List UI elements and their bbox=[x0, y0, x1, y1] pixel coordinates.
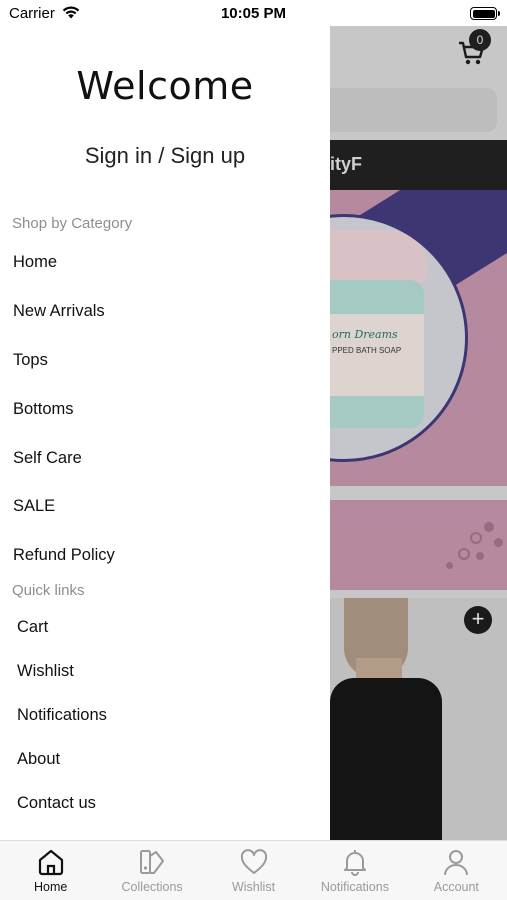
quick-link-cart[interactable]: Cart bbox=[17, 618, 48, 637]
tab-notifications[interactable]: Notifications bbox=[304, 841, 405, 900]
cart-count-badge: 0 bbox=[469, 29, 491, 51]
category-home[interactable]: Home bbox=[13, 253, 57, 272]
bottom-tab-bar: Home Collections Wishlist Notifications … bbox=[0, 840, 507, 900]
quick-link-wishlist[interactable]: Wishlist bbox=[17, 662, 74, 681]
person-icon bbox=[444, 850, 469, 876]
tab-wishlist[interactable]: Wishlist bbox=[203, 841, 304, 900]
banner-strip: ityF bbox=[330, 140, 507, 190]
search-bar[interactable] bbox=[330, 88, 497, 132]
category-self-care[interactable]: Self Care bbox=[13, 449, 82, 468]
banner-text: ityF bbox=[330, 154, 363, 174]
quick-link-about[interactable]: About bbox=[17, 750, 60, 769]
category-tops[interactable]: Tops bbox=[13, 351, 48, 370]
decor-dot bbox=[446, 562, 453, 569]
product-card[interactable]: + bbox=[330, 598, 507, 840]
tab-account[interactable]: Account bbox=[406, 841, 507, 900]
decor-dot bbox=[476, 552, 484, 560]
collections-icon bbox=[140, 850, 165, 874]
category-sale[interactable]: SALE bbox=[13, 497, 55, 516]
decor-dot bbox=[470, 532, 482, 544]
status-time: 10:05 PM bbox=[220, 5, 287, 22]
shop-by-category-label: Shop by Category bbox=[12, 215, 133, 232]
add-to-cart-button[interactable]: + bbox=[464, 606, 492, 634]
quick-links-label: Quick links bbox=[12, 582, 85, 599]
category-bottoms[interactable]: Bottoms bbox=[13, 400, 74, 419]
decor-dot bbox=[494, 538, 503, 547]
quick-link-notifications[interactable]: Notifications bbox=[17, 706, 107, 725]
promo-banner-secondary[interactable] bbox=[330, 500, 507, 590]
bell-icon bbox=[343, 850, 366, 876]
tab-home[interactable]: Home bbox=[0, 841, 101, 900]
product-model-dress bbox=[330, 678, 442, 840]
tab-account-label: Account bbox=[433, 880, 479, 894]
product-label-subtitle: PPED BATH SOAP bbox=[332, 346, 402, 355]
home-icon bbox=[38, 849, 63, 876]
tab-notifications-label: Notifications bbox=[320, 880, 389, 894]
promo-banner[interactable]: orn Dreams PPED BATH SOAP bbox=[330, 190, 507, 486]
tab-collections[interactable]: Collections bbox=[101, 841, 202, 900]
battery-icon bbox=[470, 7, 500, 20]
background-app-content[interactable]: 0 ityF orn Dreams PPED BATH SOAP + bbox=[330, 26, 507, 840]
category-refund-policy[interactable]: Refund Policy bbox=[13, 546, 115, 565]
tab-collections-label: Collections bbox=[121, 880, 183, 894]
tab-home-label: Home bbox=[34, 880, 68, 894]
category-new-arrivals[interactable]: New Arrivals bbox=[13, 302, 105, 321]
tab-wishlist-label: Wishlist bbox=[231, 880, 276, 894]
product-label-title: orn Dreams bbox=[332, 328, 398, 341]
status-bar: Carrier 10:05 PM bbox=[0, 0, 507, 26]
side-drawer: Welcome Sign in / Sign up Shop by Catego… bbox=[0, 0, 330, 840]
product-jar-label bbox=[330, 314, 424, 396]
decor-dot bbox=[484, 522, 494, 532]
heart-icon bbox=[240, 849, 267, 874]
welcome-title: Welcome bbox=[76, 64, 254, 108]
quick-link-contact-us[interactable]: Contact us bbox=[17, 794, 96, 813]
decor-dot bbox=[458, 548, 470, 560]
signin-link[interactable]: Sign in / Sign up bbox=[0, 143, 330, 169]
